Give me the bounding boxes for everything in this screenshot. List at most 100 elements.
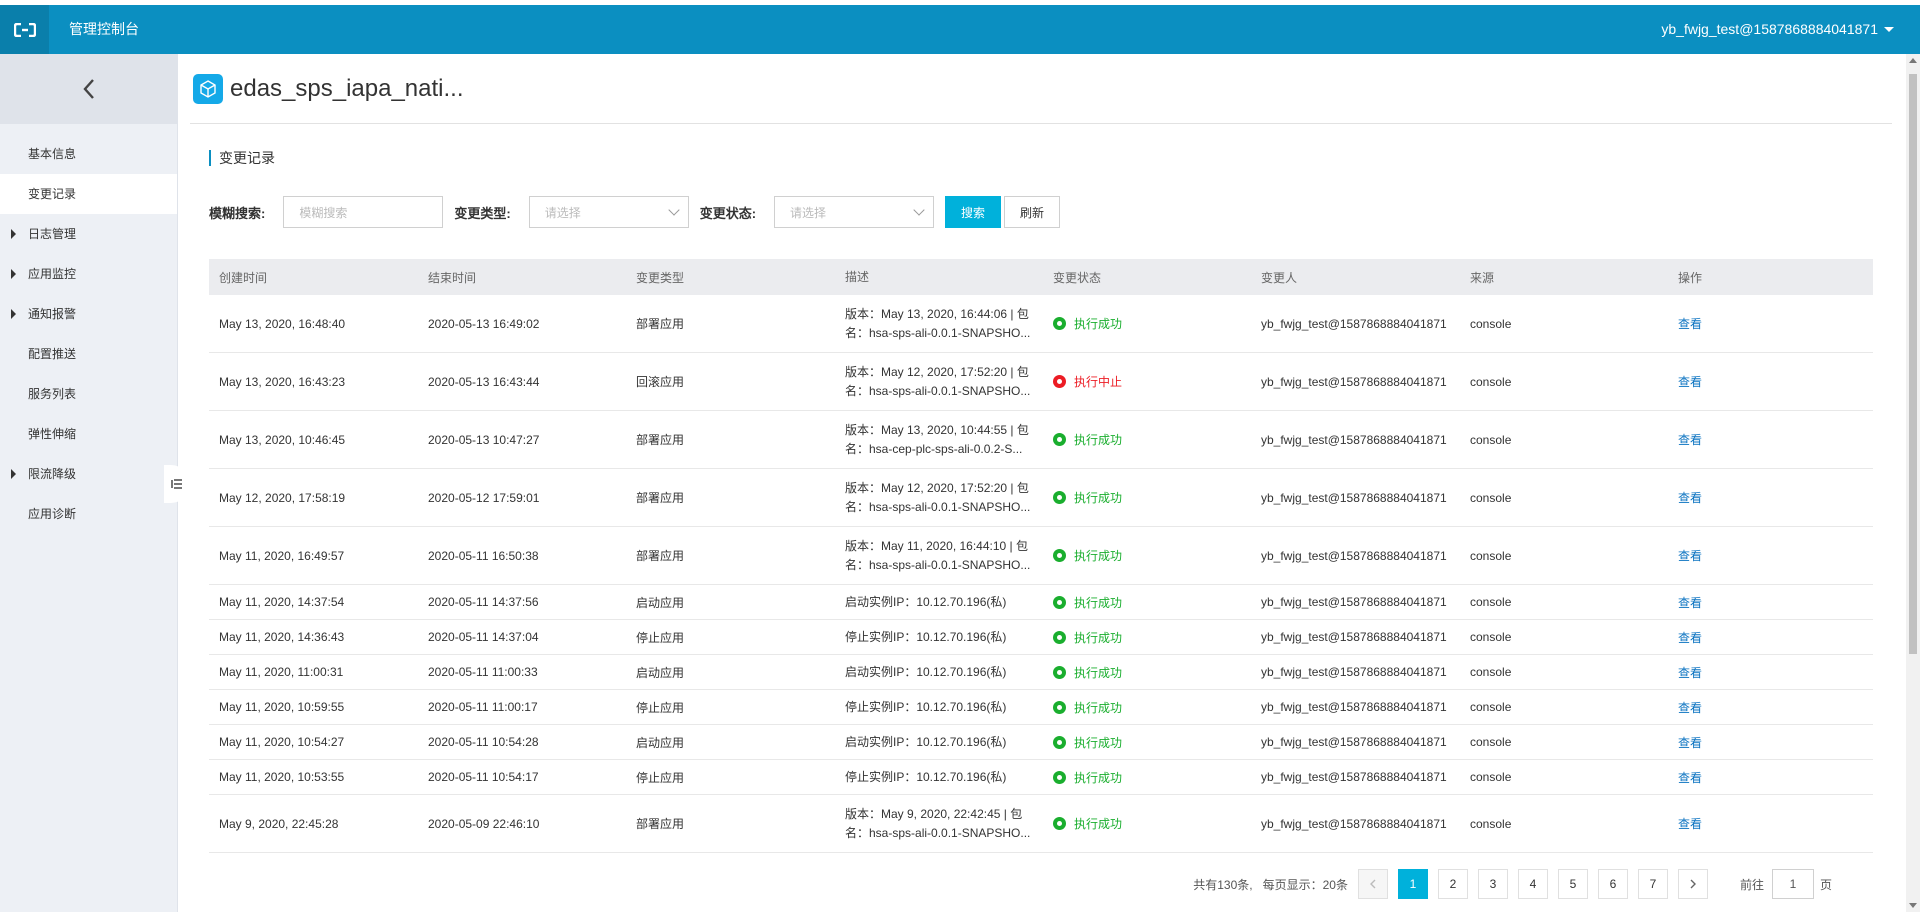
header-description: 描述	[845, 269, 870, 284]
user-menu[interactable]: yb_fwjg_test@1587868884041871	[1661, 5, 1894, 54]
next-page-button[interactable]	[1677, 869, 1708, 899]
actions-cell: 查看	[1668, 769, 1873, 786]
source-cell: console	[1470, 770, 1512, 784]
change-status-label: 变更状态:	[699, 205, 757, 221]
table-header: 创建时间 结束时间 变更类型 描述 变更状态 变更人 来源 操作	[209, 259, 1873, 295]
end-time-cell: 2020-05-09 22:46:10	[428, 816, 540, 831]
description-line: 版本：May 13, 2020, 16:44:06 | 包	[845, 306, 1029, 321]
page-button-5[interactable]: 5	[1557, 869, 1588, 899]
status-text: 执行成功	[1074, 317, 1123, 331]
description-cell: 版本：May 12, 2020, 17:52:20 | 包名：hsa-sps-a…	[835, 363, 1043, 401]
status-cell: 执行成功	[1043, 594, 1251, 611]
vertical-scrollbar[interactable]	[1906, 54, 1920, 912]
page-button-2[interactable]: 2	[1437, 869, 1468, 899]
page-numbers: 1234567	[1388, 869, 1668, 899]
table-row: May 11, 2020, 10:54:27 2020-05-11 10:54:2…	[209, 725, 1873, 760]
goto-page-input[interactable]: 1	[1771, 869, 1814, 899]
status-text: 执行成功	[1074, 433, 1123, 447]
page-button-7[interactable]: 7	[1637, 869, 1668, 899]
source-cell: console	[1470, 595, 1512, 609]
view-link[interactable]: 查看	[1678, 817, 1702, 831]
view-link[interactable]: 查看	[1678, 549, 1702, 563]
chevron-down-icon	[668, 204, 680, 216]
sidebar-item-diagnostics[interactable]: 应用诊断	[0, 494, 177, 534]
page-button-1[interactable]: 1	[1397, 869, 1428, 899]
search-button[interactable]: 搜索	[945, 196, 1002, 228]
status-dot-icon	[1053, 700, 1066, 714]
status-text: 执行成功	[1074, 595, 1123, 610]
operator-cell: yb_fwjg_test@1587868884041871	[1261, 490, 1447, 505]
change-type-select[interactable]: 请选择	[528, 196, 689, 228]
sidebar-item-label: 日志管理	[28, 227, 77, 241]
sidebar-item-config-push[interactable]: 配置推送	[0, 334, 177, 374]
status-cell: 执行成功	[1043, 431, 1251, 448]
chevron-left-icon[interactable]	[82, 78, 96, 100]
table-row: May 13, 2020, 16:48:40 2020-05-13 16:49:0…	[209, 295, 1873, 353]
page-button-6[interactable]: 6	[1597, 869, 1628, 899]
view-link[interactable]: 查看	[1678, 771, 1702, 785]
end-time-cell: 2020-05-13 16:49:02	[428, 316, 540, 331]
status-cell: 执行成功	[1043, 629, 1251, 646]
created-time-cell: May 11, 2020, 14:36:43	[219, 630, 345, 644]
sidebar-item-app-monitoring[interactable]: 应用监控	[0, 254, 177, 294]
view-link[interactable]: 查看	[1678, 736, 1702, 750]
caret-down-icon[interactable]	[1884, 27, 1894, 32]
view-link[interactable]: 查看	[1678, 666, 1702, 680]
view-link[interactable]: 查看	[1678, 375, 1702, 389]
sidebar-item-service-list[interactable]: 服务列表	[0, 374, 177, 414]
sidebar-item-autoscaling[interactable]: 弹性伸缩	[0, 414, 177, 454]
change-type-cell: 部署应用	[636, 549, 685, 563]
status-dot-icon	[1053, 433, 1066, 446]
sidebar-back-button[interactable]	[0, 54, 177, 124]
view-link[interactable]: 查看	[1678, 317, 1702, 331]
description-line: 名：hsa-sps-ali-0.0.1-SNAPSHO...	[845, 557, 1031, 572]
view-link[interactable]: 查看	[1678, 596, 1702, 610]
actions-cell: 查看	[1668, 815, 1873, 832]
page-button-4[interactable]: 4	[1517, 869, 1548, 899]
description-cell: 版本：May 13, 2020, 10:44:55 | 包名：hsa-cep-p…	[835, 421, 1043, 459]
sidebar-item-change-records[interactable]: 变更记录	[0, 174, 177, 214]
source-cell: console	[1470, 432, 1512, 447]
scroll-down-arrow-icon[interactable]	[1909, 903, 1917, 908]
expand-triangle-icon	[11, 469, 16, 479]
fuzzy-search-input[interactable]: 模糊搜索	[283, 196, 444, 228]
sidebar-item-rate-limiting[interactable]: 限流降级	[0, 454, 177, 494]
created-time-cell: May 11, 2020, 14:37:54	[219, 595, 345, 609]
change-type-cell: 部署应用	[636, 817, 685, 831]
description-cell: 启动实例IP：10.12.70.196(私)	[835, 593, 1043, 612]
change-type-cell: 部署应用	[636, 491, 685, 505]
status-cell: 执行成功	[1043, 664, 1251, 681]
sidebar-item-alerts[interactable]: 通知报警	[0, 294, 177, 334]
aliyun-logo-icon[interactable]	[0, 5, 49, 54]
top-bar: 管理控制台 yb_fwjg_test@1587868884041871	[0, 5, 1920, 54]
prev-page-button[interactable]	[1357, 869, 1388, 899]
change-status-select[interactable]: 请选择	[774, 196, 935, 228]
source-cell: console	[1470, 490, 1512, 505]
table-row: May 9, 2020, 22:45:28 2020-05-09 22:46:10…	[209, 795, 1873, 853]
status-cell: 执行成功	[1043, 815, 1251, 832]
view-link[interactable]: 查看	[1678, 631, 1702, 645]
source-cell: console	[1470, 700, 1512, 714]
refresh-button[interactable]: 刷新	[1004, 196, 1061, 228]
status-dot-icon	[1053, 317, 1066, 330]
sidebar-item-basic-info[interactable]: 基本信息	[0, 134, 177, 174]
console-title[interactable]: 管理控制台	[69, 5, 139, 54]
view-link[interactable]: 查看	[1678, 491, 1702, 505]
status-cell: 执行中止	[1043, 373, 1251, 390]
user-account-name[interactable]: yb_fwjg_test@1587868884041871	[1661, 5, 1878, 54]
page-button-3[interactable]: 3	[1477, 869, 1508, 899]
description-line: 版本：May 9, 2020, 22:42:45 | 包	[845, 806, 1023, 821]
sidebar-item-label: 应用诊断	[28, 507, 77, 521]
end-time-cell: 2020-05-11 11:00:33	[428, 665, 538, 679]
sidebar-item-log-management[interactable]: 日志管理	[0, 214, 177, 254]
scrollbar-thumb[interactable]	[1909, 74, 1917, 654]
scroll-up-arrow-icon[interactable]	[1909, 58, 1917, 63]
description-line: 停止实例IP：10.12.70.196(私)	[845, 769, 1007, 784]
description-line: 名：hsa-sps-ali-0.0.1-SNAPSHO...	[845, 325, 1031, 340]
sidebar-item-label: 变更记录	[28, 187, 77, 201]
table-row: May 11, 2020, 11:00:31 2020-05-11 11:00:3…	[209, 655, 1873, 690]
actions-cell: 查看	[1668, 699, 1873, 716]
description-line: 版本：May 13, 2020, 10:44:55 | 包	[845, 422, 1029, 437]
view-link[interactable]: 查看	[1678, 701, 1702, 715]
view-link[interactable]: 查看	[1678, 433, 1702, 447]
